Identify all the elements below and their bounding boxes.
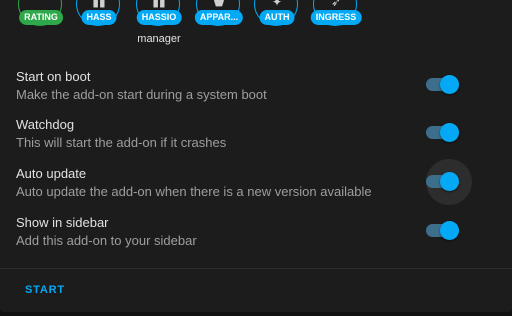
home-assistant-icon: ▮▮ — [92, 0, 106, 9]
cursor-icon: ➶ — [330, 0, 342, 9]
apparmor-badge[interactable]: ⬟ APPAR... — [194, 0, 244, 28]
option-title: Show in sidebar — [16, 215, 109, 230]
option-description: Add this add-on to your sidebar — [16, 233, 197, 248]
toggle-thumb — [440, 172, 459, 191]
auth-badge[interactable]: ✦ AUTH — [254, 0, 300, 28]
show-in-sidebar-toggle[interactable] — [426, 219, 462, 243]
option-description: Make the add-on start during a system bo… — [16, 87, 267, 102]
badge-label: INGRESS — [310, 10, 362, 25]
badge-label: RATING — [19, 10, 63, 25]
start-on-boot-toggle[interactable] — [426, 73, 462, 97]
badge-label: HASS — [81, 10, 117, 25]
toggle-thumb — [440, 75, 459, 94]
badge-label: HASSIO — [136, 10, 182, 25]
rating-badge[interactable]: RATING — [18, 0, 64, 28]
toggle-thumb — [440, 221, 459, 240]
watchdog-toggle[interactable] — [426, 121, 462, 145]
option-description: This will start the add-on if it crashes — [16, 135, 227, 150]
option-watchdog: Watchdog This will start the add-on if i… — [16, 117, 496, 157]
ingress-badge[interactable]: ➶ INGRESS — [310, 0, 362, 28]
option-auto-update: Auto update Auto update the add-on when … — [16, 159, 496, 206]
hass-badge[interactable]: ▮▮ HASS — [76, 0, 122, 28]
addon-info-card: RATING ▮▮ HASS ▮▮ HASSIO ⬟ APPAR... ✦ AU… — [0, 0, 512, 312]
hassio-badge-sublabel: manager — [137, 33, 181, 45]
auto-update-toggle[interactable] — [426, 159, 472, 205]
option-show-in-sidebar: Show in sidebar Add this add-on to your … — [16, 215, 496, 255]
shield-icon: ⬟ — [213, 0, 225, 9]
option-title: Start on boot — [16, 69, 91, 84]
badge-label: AUTH — [259, 10, 295, 25]
card-actions-divider — [0, 268, 512, 269]
option-description: Auto update the add-on when there is a n… — [16, 184, 372, 199]
hassio-icon: ▮▮ — [152, 0, 166, 9]
toggle-thumb — [440, 123, 459, 142]
hassio-badge[interactable]: ▮▮ HASSIO — [136, 0, 182, 28]
option-title: Watchdog — [16, 117, 75, 132]
capability-badges: RATING ▮▮ HASS ▮▮ HASSIO ⬟ APPAR... ✦ AU… — [0, 0, 512, 50]
badge-label: APPAR... — [194, 10, 244, 25]
start-button[interactable]: START — [16, 280, 74, 300]
option-start-on-boot: Start on boot Make the add-on start duri… — [16, 69, 496, 109]
option-title: Auto update — [16, 166, 87, 181]
key-icon: ✦ — [271, 0, 283, 9]
